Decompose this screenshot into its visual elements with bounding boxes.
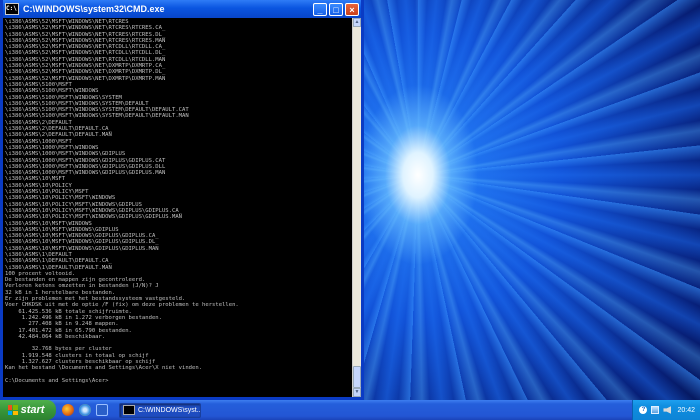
system-tray: ? 20:42: [632, 400, 700, 420]
console-line: \i386\ASMS\10\MSFT\WINDOWS\GDIPLUS\GDIPL…: [5, 239, 159, 246]
console-line: De bestanden en mappen zijn gecontroleer…: [5, 277, 146, 284]
quick-launch: [62, 404, 113, 416]
console-line: \i386\ASMS\5100\MSFT\WINDOWS\SYSTEM: [5, 94, 122, 101]
cmd-window[interactable]: C:\ C:\WINDOWS\system32\CMD.exe _ □ × \i…: [0, 0, 364, 400]
console-line: \i386\ASMS\52\MSFT\WINDOWS\NET\RTCDLL\RT…: [5, 44, 166, 51]
console-line: \i386\ASMS\52\MSFT\WINDOWS\NET\RTCRES: [5, 19, 129, 25]
firefox-icon[interactable]: [62, 404, 74, 416]
console-line: 1.919.548 clusters in totaal op schijf: [5, 352, 149, 359]
console-line: \i386\ASMS\2\DEFAULT\DEFAULT.MAN: [5, 132, 112, 139]
console-line: 100 procent voltooid.: [5, 270, 76, 277]
close-button[interactable]: ×: [345, 2, 359, 16]
console-line: \i386\ASMS\52\MSFT\WINDOWS\NET\RTCRES\RT…: [5, 25, 166, 32]
taskbar-item-label: C:\WINDOWS\syst...: [138, 406, 200, 414]
console-line: \i386\ASMS\5100\MSFT\WINDOWS\SYSTEM\DEFA…: [5, 113, 189, 120]
minimize-button[interactable]: _: [313, 2, 327, 16]
console-line: C:\Documents and Settings\Acer>: [5, 377, 109, 384]
console-line: 42.484.064 kB beschikbaar.: [5, 333, 106, 340]
taskbar: start C:\WINDOWS\syst... ? 20:42: [0, 400, 700, 420]
console-line: \i386\ASMS\1000\MSFT\WINDOWS\GDIPLUS\GDI…: [5, 170, 166, 177]
console-line: \i386\ASMS\10\POLICY\MSFT\WINDOWS\GDIPLU…: [5, 201, 142, 208]
help-icon[interactable]: ?: [639, 406, 648, 414]
console-line: 61.425.536 kB totale schijfruimte.: [5, 308, 132, 315]
console-line: \i386\ASMS\1\DEFAULT\DEFAULT.MAN: [5, 264, 112, 271]
console-line: 32 kB in 1 herstelbare bestanden.: [5, 289, 116, 296]
windows-logo-icon: [7, 405, 18, 415]
console-line: Verloren ketens omzetten in bestanden (J…: [5, 283, 159, 290]
console-line: 1.327.627 clusters beschikbaar op schijf: [5, 359, 156, 366]
console-line: 32.768 bytes per cluster: [5, 346, 112, 353]
console-line: \i386\ASMS\10\POLICY\MSFT\WINDOWS: [5, 195, 116, 202]
console-line: \i386\ASMS\52\MSFT\WINDOWS\NET\DXMRTP\DX…: [5, 69, 166, 76]
console-line: \i386\ASMS\10\MSFT\WINDOWS: [5, 220, 92, 227]
console-line: \i386\ASMS\52\MSFT\WINDOWS\NET\RTCDLL\RT…: [5, 50, 166, 57]
console-line: Kan het bestand \Documents and Settings\…: [5, 365, 203, 372]
console-line: \i386\ASMS\1000\MSFT\WINDOWS\GDIPLUS\GDI…: [5, 157, 166, 164]
console-line: \i386\ASMS\10\POLICY: [5, 182, 72, 189]
console-line: \i386\ASMS\5100\MSFT\WINDOWS\SYSTEM\DEFA…: [5, 100, 149, 107]
console-line: \i386\ASMS\1000\MSFT\WINDOWS: [5, 144, 99, 151]
console-line: \i386\ASMS\52\MSFT\WINDOWS\NET\RTCDLL\RT…: [5, 56, 166, 63]
console-line: \i386\ASMS\10\MSFT\WINDOWS\GDIPLUS: [5, 226, 119, 233]
console-line: \i386\ASMS\1\DEFAULT: [5, 251, 72, 258]
console-line: \i386\ASMS\10\MSFT\WINDOWS\GDIPLUS\GDIPL…: [5, 233, 159, 240]
console-line: 1.242.496 kB in 1.272 verborgen bestande…: [5, 314, 162, 321]
clock[interactable]: 20:42: [677, 407, 695, 414]
scrollbar-thumb[interactable]: [353, 366, 361, 388]
console-line: \i386\ASMS\10\MSFT: [5, 176, 66, 183]
scroll-down-arrow-icon[interactable]: ▼: [353, 388, 361, 397]
window-title: C:\WINDOWS\system32\CMD.exe: [23, 4, 165, 14]
console-line: 17.401.472 kB in 65.790 bestanden.: [5, 327, 132, 334]
console-line: \i386\ASMS\1000\MSFT: [5, 138, 72, 145]
window-titlebar[interactable]: C:\ C:\WINDOWS\system32\CMD.exe _ □ ×: [3, 0, 361, 18]
console-line: \i386\ASMS\10\MSFT\WINDOWS\GDIPLUS\GDIPL…: [5, 245, 159, 252]
console-line: \i386\ASMS\10\POLICY\MSFT: [5, 189, 89, 196]
console-line: \i386\ASMS\1000\MSFT\WINDOWS\GDIPLUS: [5, 151, 126, 158]
console-output: \i386\ASMS\52\MSFT\WINDOWS\NET\RTCRES \i…: [3, 18, 352, 384]
vertical-scrollbar[interactable]: ▲ ▼: [352, 18, 361, 397]
console-line: \i386\ASMS\52\MSFT\WINDOWS\NET\DXMRTP\DX…: [5, 63, 166, 70]
show-desktop-icon[interactable]: [96, 404, 108, 416]
taskbar-item-cmd[interactable]: C:\WINDOWS\syst...: [119, 402, 201, 418]
volume-icon[interactable]: [663, 406, 672, 414]
console-line: \i386\ASMS\5100\MSFT\WINDOWS: [5, 88, 99, 95]
cmd-small-icon: [123, 405, 135, 415]
console-output-area[interactable]: \i386\ASMS\52\MSFT\WINDOWS\NET\RTCRES \i…: [3, 18, 352, 397]
console-line: \i386\ASMS\52\MSFT\WINDOWS\NET\RTCRES\RT…: [5, 37, 166, 44]
start-button[interactable]: start: [0, 400, 56, 420]
maximize-button[interactable]: □: [329, 2, 343, 16]
scroll-up-arrow-icon[interactable]: ▲: [353, 18, 361, 27]
console-line: Er zijn problemen met het bestandssystee…: [5, 296, 186, 303]
network-icon[interactable]: [651, 406, 660, 414]
console-line: \i386\ASMS\5100\MSFT\WINDOWS\SYSTEM\DEFA…: [5, 107, 189, 114]
console-line: \i386\ASMS\5100\MSFT: [5, 81, 72, 88]
console-line: \i386\ASMS\52\MSFT\WINDOWS\NET\DXMRTP\DX…: [5, 75, 166, 82]
console-line: \i386\ASMS\10\POLICY\MSFT\WINDOWS\GDIPLU…: [5, 207, 182, 214]
console-line: \i386\ASMS\52\MSFT\WINDOWS\NET\RTCRES\RT…: [5, 31, 166, 38]
console-line: Voer CHKDSK uit met de optie /F (fix) om…: [5, 302, 239, 309]
console-line: \i386\ASMS\10\POLICY\MSFT\WINDOWS\GDIPLU…: [5, 214, 182, 221]
console-line: \i386\ASMS\1\DEFAULT\DEFAULT.CA_: [5, 258, 112, 265]
console-line: \i386\ASMS\2\DEFAULT: [5, 119, 72, 126]
console-line: \i386\ASMS\2\DEFAULT\DEFAULT.CA_: [5, 126, 112, 133]
console-line: \i386\ASMS\1000\MSFT\WINDOWS\GDIPLUS\GDI…: [5, 163, 166, 170]
cmd-icon: C:\: [5, 3, 19, 15]
internet-explorer-icon[interactable]: [79, 404, 91, 416]
console-line: 277.408 kB in 9.248 mappen.: [5, 321, 119, 328]
start-label: start: [20, 404, 45, 416]
